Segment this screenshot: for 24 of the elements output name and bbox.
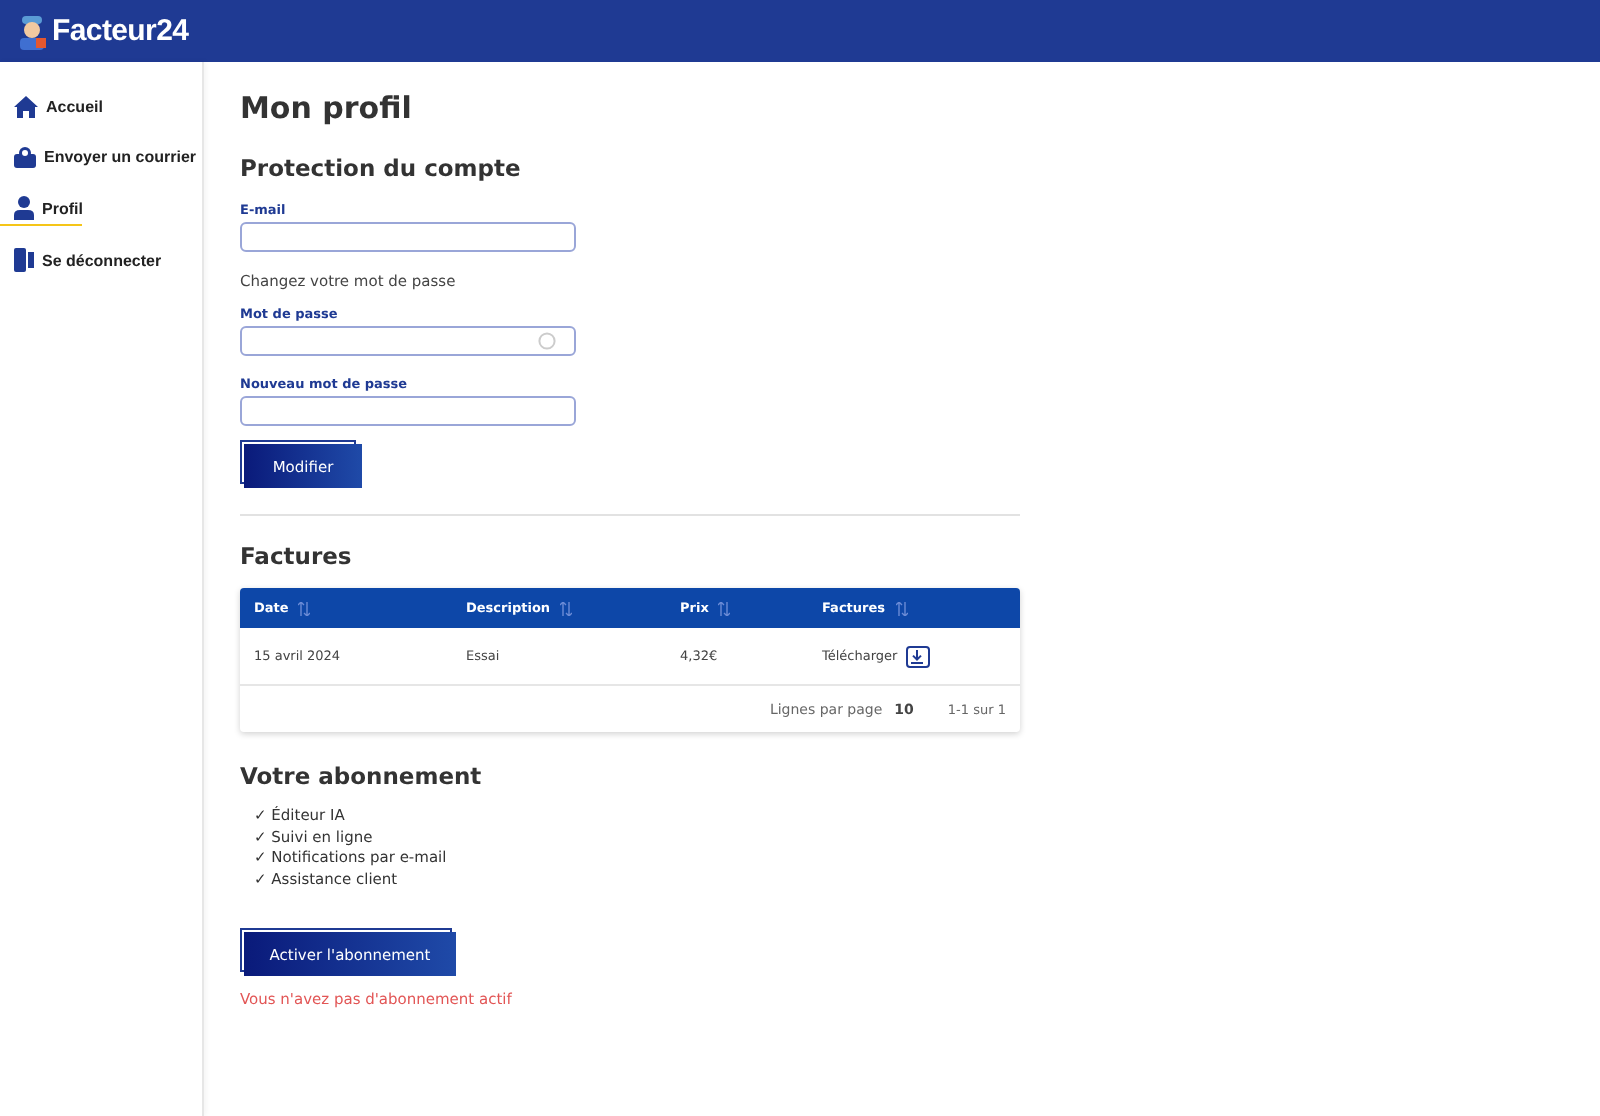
mail-icon bbox=[14, 146, 36, 168]
download-icon bbox=[910, 649, 925, 663]
mascot-icon bbox=[16, 13, 48, 49]
sort-icon[interactable] bbox=[560, 601, 573, 615]
download-button[interactable] bbox=[905, 645, 930, 667]
sort-icon[interactable] bbox=[298, 601, 311, 615]
logo-text[interactable]: Facteur24 bbox=[52, 14, 189, 48]
sidebar-item[interactable]: Profil bbox=[0, 192, 83, 226]
section-title: Factures bbox=[240, 542, 354, 570]
page-title: Mon profil bbox=[240, 90, 414, 126]
logout-icon bbox=[14, 248, 34, 272]
sort-icon[interactable] bbox=[895, 601, 908, 615]
new-password-field[interactable] bbox=[240, 396, 576, 426]
email-field[interactable] bbox=[240, 222, 576, 252]
sidebar-item[interactable]: Se déconnecter bbox=[0, 244, 162, 278]
password-field[interactable] bbox=[240, 326, 576, 356]
eye-icon[interactable] bbox=[538, 332, 556, 350]
home-icon bbox=[14, 96, 38, 118]
sort-icon[interactable] bbox=[718, 601, 731, 615]
section-title: Votre abonnement bbox=[240, 762, 484, 790]
sidebar-item[interactable]: Envoyer un courrier bbox=[0, 142, 197, 174]
section-title: Protection du compte bbox=[240, 154, 523, 182]
user-icon bbox=[14, 196, 34, 220]
sidebar-item[interactable]: Accueil bbox=[0, 92, 103, 124]
